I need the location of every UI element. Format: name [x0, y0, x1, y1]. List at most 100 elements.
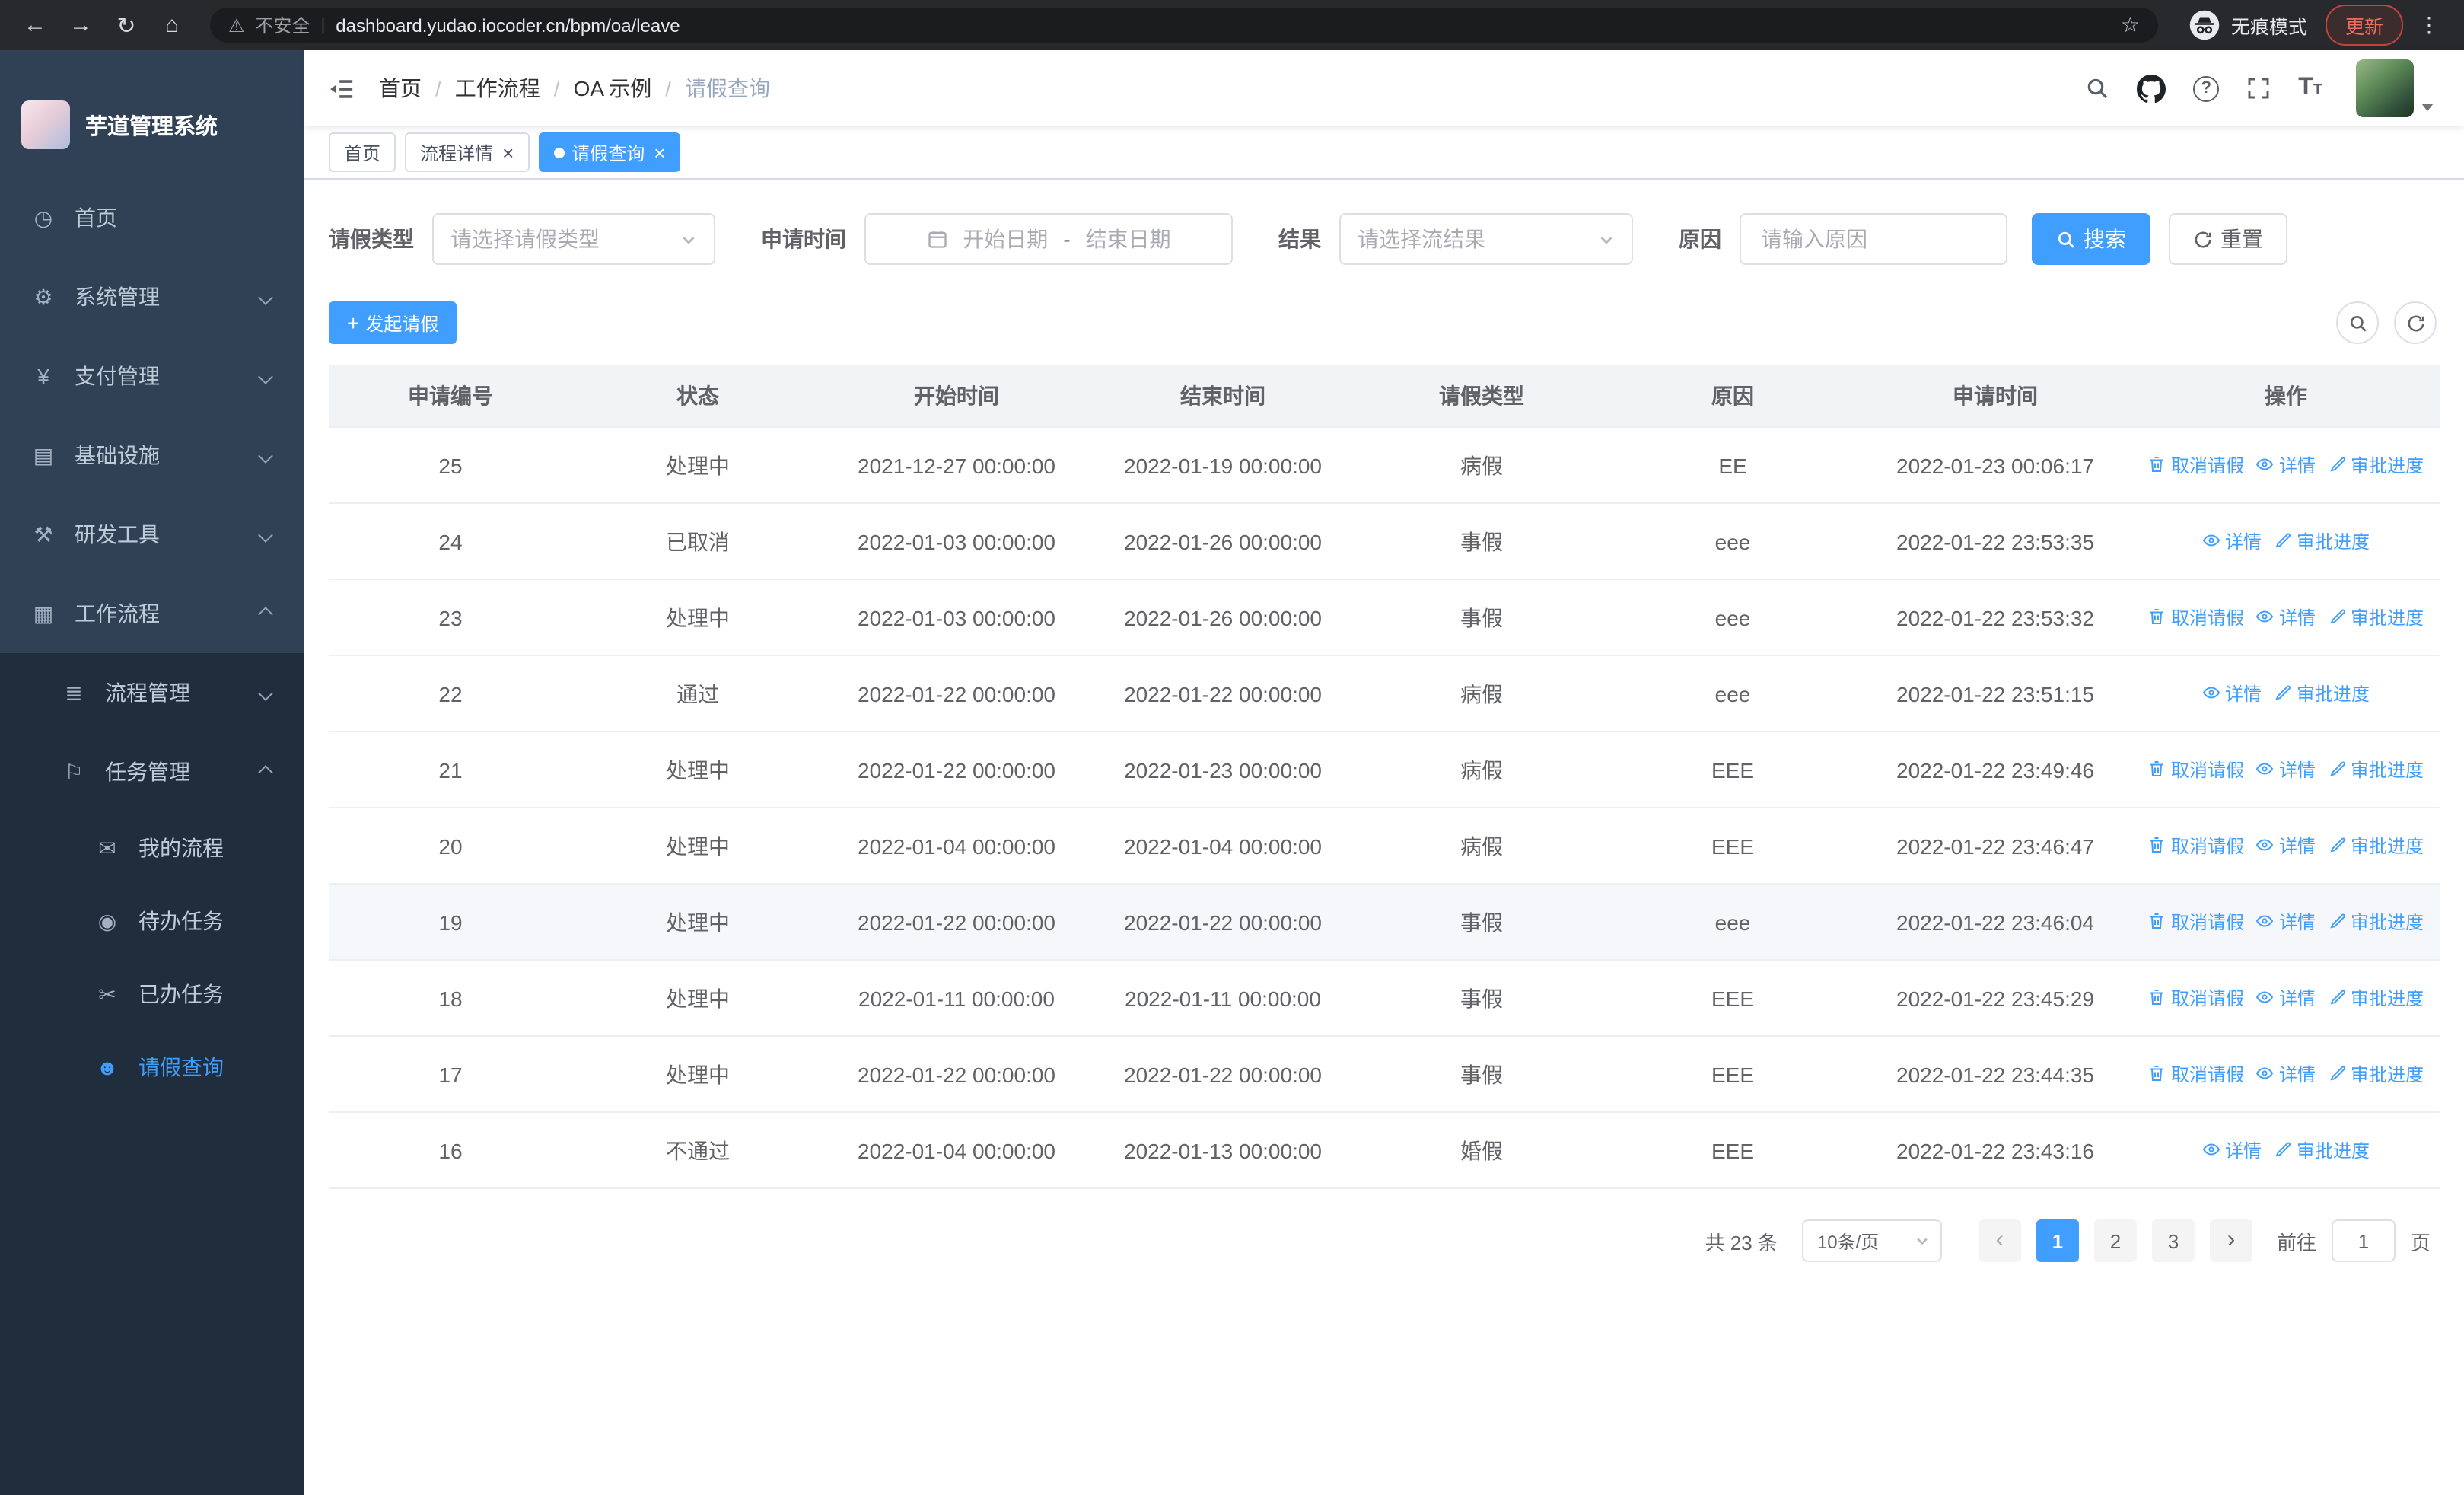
breadcrumb-item[interactable]: 首页	[379, 73, 422, 104]
gear-icon: ⚙	[33, 284, 53, 308]
cancel-leave-link[interactable]: 取消请假	[2148, 1061, 2244, 1087]
cancel-leave-link[interactable]: 取消请假	[2148, 452, 2244, 478]
detail-link[interactable]: 详情	[2256, 985, 2316, 1011]
detail-link[interactable]: 详情	[2256, 452, 2316, 478]
cell-actions: 取消请假 详情 审批进度	[2132, 960, 2440, 1037]
caret-down-icon	[2421, 104, 2434, 111]
pager-pages: 123	[2036, 1219, 2195, 1262]
close-icon[interactable]: ×	[654, 142, 665, 162]
cell-id: 23	[329, 579, 572, 656]
reason-input[interactable]	[1758, 225, 1989, 253]
approval-progress-link[interactable]: 审批进度	[2328, 1061, 2424, 1087]
tab-home[interactable]: 首页	[329, 132, 396, 172]
sidebar-item-leave-query[interactable]: ☻ 请假查询	[0, 1031, 304, 1104]
breadcrumb-separator: /	[435, 76, 441, 100]
forward-button[interactable]: →	[61, 5, 100, 45]
update-button[interactable]: 更新	[2325, 5, 2403, 46]
page-button-2[interactable]: 2	[2093, 1219, 2137, 1262]
trash-icon	[2150, 1066, 2164, 1082]
detail-link[interactable]: 详情	[2256, 833, 2316, 859]
close-icon[interactable]: ×	[502, 142, 514, 162]
goto-page-input[interactable]	[2331, 1219, 2396, 1262]
cell-start-time: 2022-01-03 00:00:00	[823, 579, 1090, 656]
sidebar-item-home[interactable]: ◷ 首页	[0, 178, 304, 257]
cell-id: 25	[329, 427, 572, 504]
detail-link[interactable]: 详情	[2202, 681, 2262, 706]
next-page-button[interactable]: ›	[2209, 1219, 2252, 1262]
main-area: 首页 / 工作流程 / OA 示例 / 请假查询 ? TT 首页 流程详情 × …	[304, 50, 2464, 1495]
sidebar-item-task-mgmt[interactable]: ⚐ 任务管理	[0, 732, 304, 811]
fullscreen-icon[interactable]	[2246, 76, 2271, 100]
bookmark-star-icon[interactable]: ☆	[2121, 12, 2140, 38]
sidebar-item-todo-tasks[interactable]: ◉ 待办任务	[0, 885, 304, 958]
cell-reason: EEE	[1607, 808, 1858, 885]
sidebar-item-system-mgmt[interactable]: ⚙ 系统管理	[0, 257, 304, 336]
approval-progress-link[interactable]: 审批进度	[2328, 757, 2424, 783]
detail-link[interactable]: 详情	[2256, 604, 2316, 630]
cell-leave-type: 病假	[1356, 655, 1607, 732]
chat-icon: ✉	[98, 835, 116, 859]
sidebar-item-my-process[interactable]: ✉ 我的流程	[0, 811, 304, 885]
user-avatar[interactable]	[2356, 59, 2414, 117]
sidebar-item-done-tasks[interactable]: ✂ 已办任务	[0, 958, 304, 1031]
yen-icon: ¥	[37, 364, 49, 388]
detail-link[interactable]: 详情	[2202, 1137, 2262, 1163]
detail-link[interactable]: 详情	[2256, 1061, 2316, 1087]
approval-progress-link[interactable]: 审批进度	[2274, 681, 2370, 706]
cancel-leave-link[interactable]: 取消请假	[2148, 985, 2244, 1011]
sidebar-item-payment-mgmt[interactable]: ¥ 支付管理	[0, 336, 304, 416]
tab-process-detail[interactable]: 流程详情 ×	[405, 132, 530, 172]
detail-link[interactable]: 详情	[2256, 909, 2316, 935]
sidebar-item-infrastructure[interactable]: ▤ 基础设施	[0, 416, 304, 495]
refresh-table-button[interactable]	[2394, 301, 2437, 344]
help-icon[interactable]: ?	[2193, 75, 2220, 101]
result-select[interactable]: 请选择流结果	[1339, 213, 1633, 265]
github-icon[interactable]	[2137, 74, 2166, 103]
approval-progress-link[interactable]: 审批进度	[2274, 1137, 2370, 1163]
approval-progress-link[interactable]: 审批进度	[2328, 452, 2424, 478]
cell-status: 已取消	[572, 503, 823, 580]
sidebar-item-dev-tools[interactable]: ⚒ 研发工具	[0, 495, 304, 574]
show-search-button[interactable]	[2336, 301, 2379, 344]
search-button[interactable]: 搜索	[2032, 213, 2150, 265]
breadcrumb-item[interactable]: OA 示例	[574, 73, 652, 104]
home-button[interactable]: ⌂	[152, 5, 192, 45]
page-button-1[interactable]: 1	[2036, 1219, 2079, 1262]
cancel-leave-link[interactable]: 取消请假	[2148, 604, 2244, 630]
breadcrumb-item[interactable]: 工作流程	[455, 73, 540, 104]
leave-type-select[interactable]: 请选择请假类型	[432, 213, 715, 265]
browser-menu-button[interactable]: ⋮	[2409, 5, 2449, 45]
reset-button[interactable]: 重置	[2169, 213, 2287, 265]
font-size-icon[interactable]: TT	[2298, 75, 2322, 102]
approval-progress-link[interactable]: 审批进度	[2328, 985, 2424, 1011]
start-date-placeholder: 开始日期	[963, 227, 1049, 251]
prev-page-button[interactable]: ‹	[1978, 1219, 2021, 1262]
sidebar-item-process-mgmt[interactable]: ≣ 流程管理	[0, 653, 304, 732]
cancel-leave-link[interactable]: 取消请假	[2148, 757, 2244, 783]
approval-progress-link[interactable]: 审批进度	[2274, 528, 2370, 554]
back-button[interactable]: ←	[15, 5, 55, 45]
column-header: 请假类型	[1356, 365, 1607, 428]
search-icon[interactable]	[2085, 76, 2109, 100]
sidebar-toggle-icon[interactable]	[329, 75, 355, 101]
date-range-picker[interactable]: 开始日期 - 结束日期	[864, 213, 1233, 265]
cell-start-time: 2022-01-04 00:00:00	[823, 1112, 1090, 1189]
tab-leave-query[interactable]: 请假查询 ×	[538, 132, 681, 172]
browser-window: ← → ↻ ⌂ ⚠ 不安全 | dashboard.yudao.iocoder.…	[0, 0, 2464, 1495]
cell-end-time: 2022-01-23 00:00:00	[1090, 732, 1356, 808]
create-leave-button[interactable]: + 发起请假	[329, 301, 457, 344]
reload-button[interactable]: ↻	[107, 5, 146, 45]
page-size-select[interactable]: 10条/页	[1801, 1219, 1942, 1262]
approval-progress-link[interactable]: 审批进度	[2328, 909, 2424, 935]
approval-progress-link[interactable]: 审批进度	[2328, 604, 2424, 630]
page-button-3[interactable]: 3	[2151, 1219, 2195, 1262]
user-menu[interactable]	[2356, 59, 2434, 117]
approval-progress-link[interactable]: 审批进度	[2328, 833, 2424, 859]
cancel-leave-link[interactable]: 取消请假	[2148, 833, 2244, 859]
cancel-leave-link[interactable]: 取消请假	[2148, 909, 2244, 935]
detail-link[interactable]: 详情	[2202, 528, 2262, 554]
table-row: 25 处理中 2021-12-27 00:00:00 2022-01-19 00:00…	[329, 427, 2440, 504]
detail-link[interactable]: 详情	[2256, 757, 2316, 783]
url-bar[interactable]: ⚠ 不安全 | dashboard.yudao.iocoder.cn/bpm/o…	[210, 8, 2158, 43]
sidebar-item-workflow[interactable]: ▦ 工作流程	[0, 574, 304, 653]
